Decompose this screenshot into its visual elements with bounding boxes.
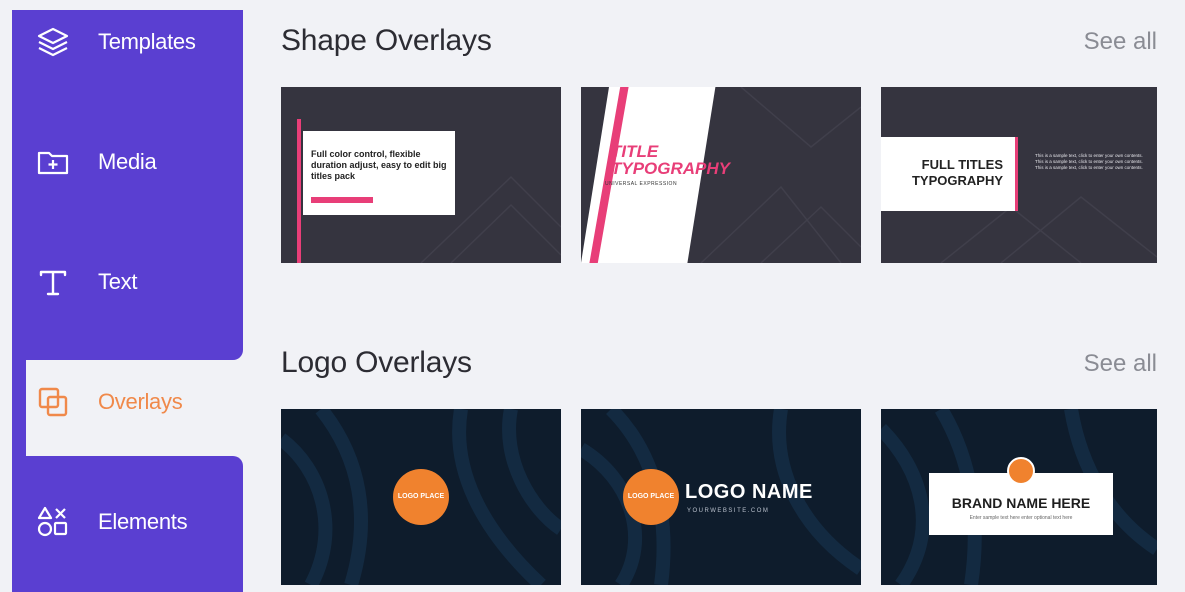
shapes-icon <box>36 505 70 539</box>
sidebar-item-elements[interactable]: Elements <box>12 492 243 552</box>
logo-overlay-thumb-3[interactable]: BRAND NAME HERE Enter sample text here e… <box>881 409 1157 585</box>
thumb-title: FULL TITLES TYPOGRAPHY <box>911 157 1003 188</box>
sidebar: Templates Media Text Overlays Elements <box>12 10 254 592</box>
sidebar-item-text[interactable]: Text <box>12 252 243 312</box>
overlays-icon <box>36 385 70 419</box>
shape-overlay-thumb-3[interactable]: FULL TITLES TYPOGRAPHY This is a sample … <box>881 87 1157 263</box>
sidebar-item-label: Elements <box>98 509 188 534</box>
text-t-icon <box>36 265 70 299</box>
logo-name-text: LOGO NAME <box>685 481 813 503</box>
shape-overlay-thumb-2[interactable]: TITLE TYPOGRAPHY UNIVERSAL EXPRESSION <box>581 87 861 263</box>
brand-subtitle: Enter sample text here enter optional te… <box>969 515 1073 521</box>
thumb-caption: Full color control, flexible duration ad… <box>311 149 447 181</box>
layers-icon <box>36 25 70 59</box>
brand-logo-circle <box>1007 457 1035 485</box>
sidebar-item-media[interactable]: Media <box>12 132 243 192</box>
brand-title: BRAND NAME HERE <box>951 495 1091 511</box>
logo-placeholder-circle: LOGO PLACE <box>623 469 679 525</box>
sidebar-item-label: Templates <box>98 29 196 54</box>
accent-bar <box>297 119 301 263</box>
sidebar-item-label: Text <box>98 269 138 294</box>
section-title-shape-overlays: Shape Overlays <box>281 24 492 57</box>
sidebar-item-label: Media <box>98 149 157 174</box>
accent-tag <box>311 197 373 203</box>
logo-overlay-thumb-2[interactable]: LOGO PLACE LOGO NAME YOURWEBSITE.COM <box>581 409 861 585</box>
thumb-title: TITLE TYPOGRAPHY <box>611 142 731 178</box>
thumb-subtitle: UNIVERSAL EXPRESSION <box>605 181 678 187</box>
see-all-logo-overlays-link[interactable]: See all <box>1084 350 1157 378</box>
see-all-shape-overlays-link[interactable]: See all <box>1084 28 1157 56</box>
logo-overlay-thumb-1[interactable]: LOGO PLACE <box>281 409 561 585</box>
shape-overlay-thumb-1[interactable]: Full color control, flexible duration ad… <box>281 87 561 263</box>
sidebar-item-templates[interactable]: Templates <box>12 12 243 72</box>
logo-url-text: YOURWEBSITE.COM <box>687 508 770 514</box>
accent-edge <box>1015 137 1018 211</box>
sidebar-item-overlays[interactable]: Overlays <box>12 372 243 432</box>
thumb-paragraph: This is a sample text, click to enter yo… <box>1035 153 1143 170</box>
logo-placeholder-circle: LOGO PLACE <box>393 469 449 525</box>
section-title-logo-overlays: Logo Overlays <box>281 346 472 379</box>
sidebar-item-label: Overlays <box>98 389 183 414</box>
folder-plus-icon <box>36 145 70 179</box>
